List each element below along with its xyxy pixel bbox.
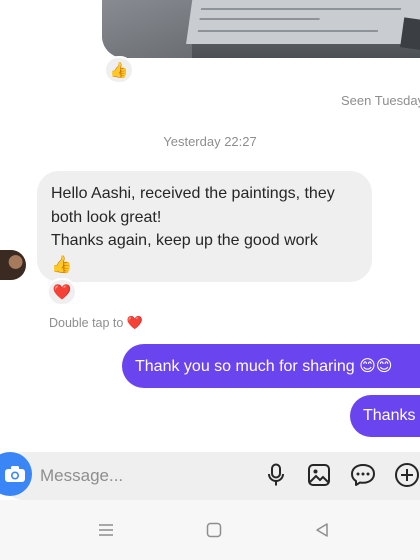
double-tap-text: Double tap to: [49, 316, 124, 330]
photo-document: [186, 0, 420, 44]
heart-icon: ❤️: [126, 315, 144, 330]
incoming-message-bubble[interactable]: Hello Aashi, received the paintings, the…: [37, 171, 372, 282]
photo-reaction[interactable]: 👍: [104, 56, 134, 84]
outgoing-message-text: Thanks: [363, 407, 416, 424]
more-button[interactable]: [393, 461, 420, 489]
message-emoji: 👍: [51, 254, 73, 274]
back-button[interactable]: [310, 520, 334, 540]
outgoing-message-text: Thank you so much for sharing 😊😊: [135, 358, 393, 375]
message-line: both look great!: [51, 208, 162, 226]
outgoing-message-bubble[interactable]: Thank you so much for sharing 😊😊: [122, 344, 420, 388]
camera-icon: [5, 466, 25, 482]
recents-icon: [99, 524, 113, 536]
plus-circle-icon: [395, 463, 419, 487]
photo-shadow: [400, 17, 420, 53]
double-tap-hint: Double tap to ❤️: [49, 315, 143, 331]
photo-background: [102, 0, 192, 58]
sticker-button[interactable]: [349, 461, 377, 489]
message-line: Hello Aashi, received the paintings, the…: [51, 185, 335, 202]
home-icon: [206, 522, 222, 538]
back-icon: [316, 523, 328, 537]
message-line: Thanks again, keep up the good work: [51, 232, 318, 249]
recents-button[interactable]: [94, 520, 118, 540]
outgoing-message-bubble[interactable]: Thanks: [350, 395, 420, 437]
gallery-button[interactable]: [305, 461, 333, 489]
message-input[interactable]: [40, 464, 210, 488]
seen-status: Seen Tuesday: [341, 93, 420, 108]
microphone-icon: [268, 463, 284, 486]
message-timestamp: Yesterday 22:27: [163, 134, 257, 149]
gallery-icon: [308, 464, 330, 486]
sender-avatar[interactable]: [0, 250, 26, 280]
sticker-icon: [351, 464, 375, 486]
home-button[interactable]: [202, 520, 226, 540]
heart-reaction[interactable]: ❤️: [47, 278, 77, 306]
shared-photo[interactable]: [102, 0, 420, 58]
microphone-button[interactable]: [262, 461, 290, 489]
